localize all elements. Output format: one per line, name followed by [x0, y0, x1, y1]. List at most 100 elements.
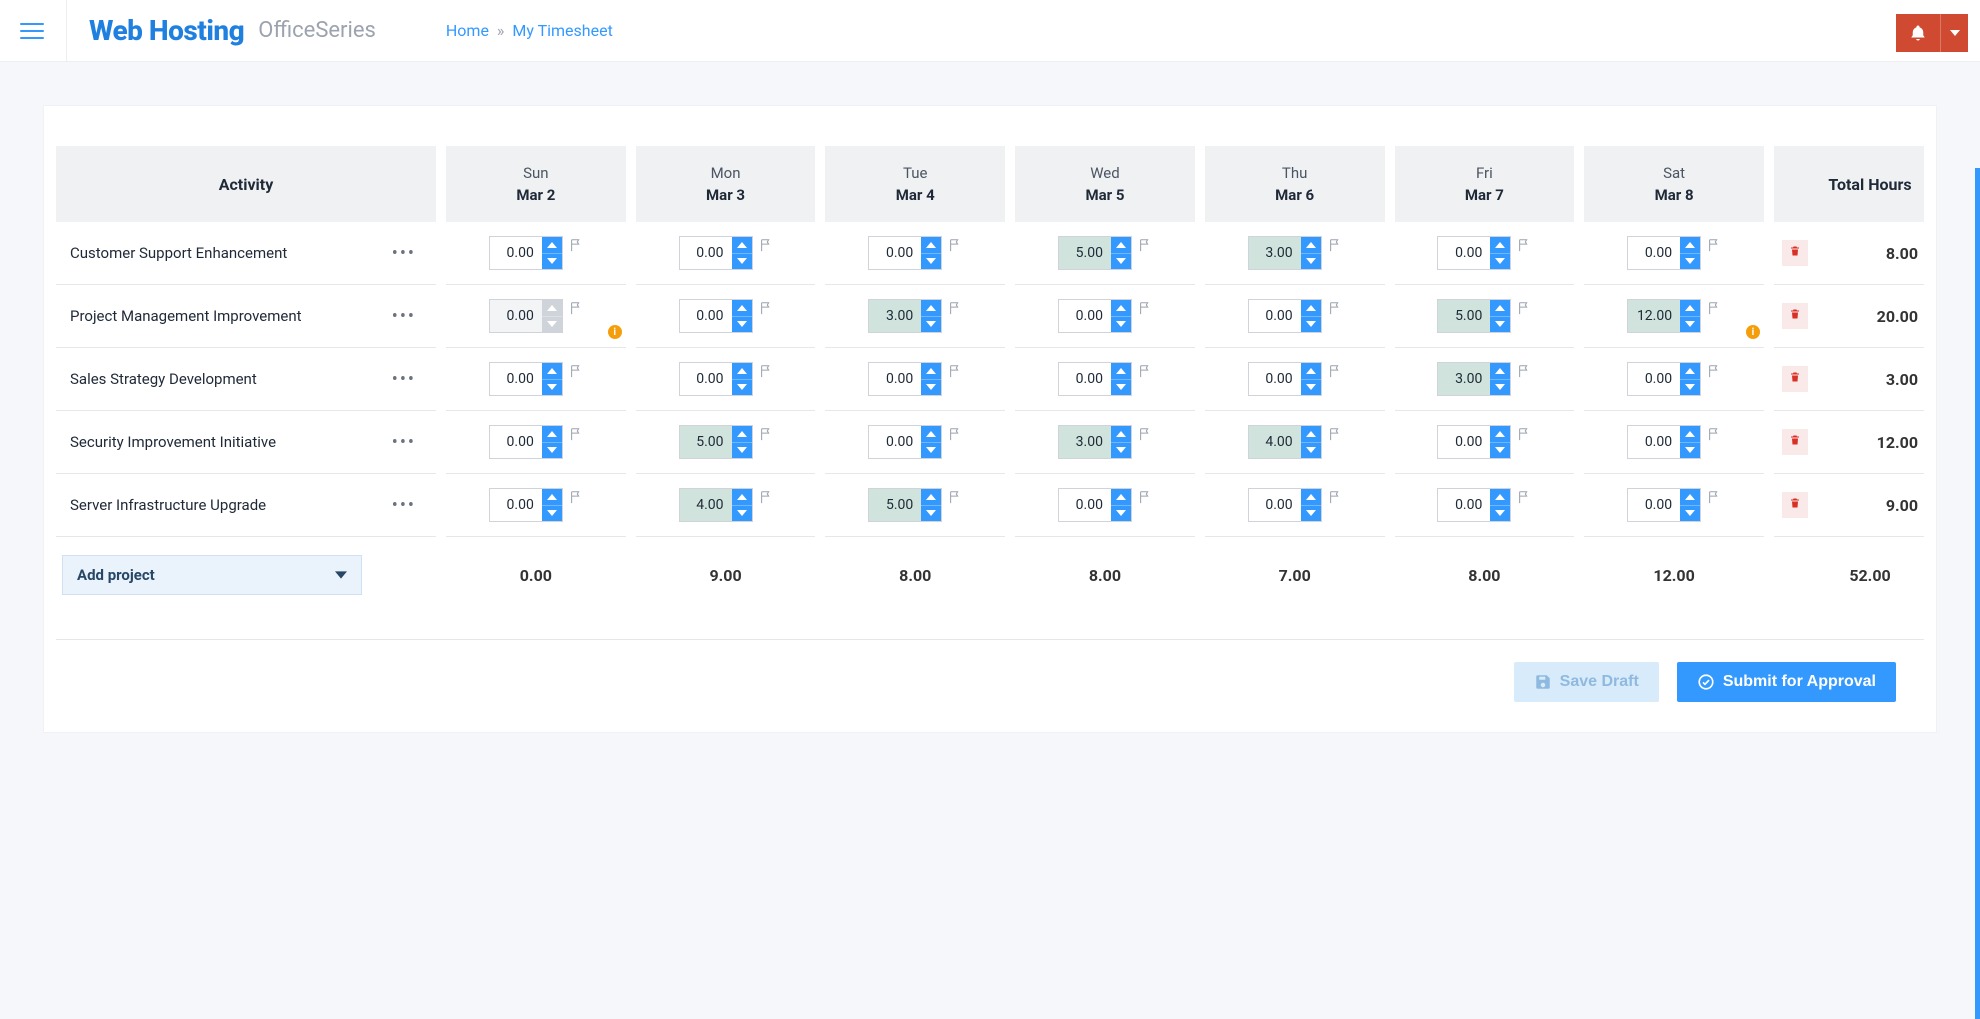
increment-button[interactable] — [1301, 300, 1321, 317]
hour-spinner[interactable] — [1680, 426, 1700, 458]
hour-input[interactable]: 0.00 — [1627, 488, 1701, 522]
hour-spinner[interactable] — [1111, 300, 1131, 332]
decrement-button[interactable] — [1301, 506, 1321, 522]
hour-spinner[interactable] — [732, 300, 752, 332]
note-flag-icon[interactable] — [1707, 490, 1721, 504]
decrement-button[interactable] — [921, 254, 941, 270]
hour-spinner[interactable] — [732, 489, 752, 521]
hour-input[interactable]: 5.00 — [1437, 299, 1511, 333]
decrement-button[interactable] — [732, 443, 752, 459]
decrement-button[interactable] — [1490, 506, 1510, 522]
note-flag-icon[interactable] — [569, 301, 583, 315]
increment-button[interactable] — [921, 363, 941, 380]
decrement-button[interactable] — [1490, 254, 1510, 270]
increment-button[interactable] — [542, 426, 562, 443]
hour-spinner[interactable] — [1301, 363, 1321, 395]
hour-spinner[interactable] — [542, 237, 562, 269]
decrement-button[interactable] — [1680, 317, 1700, 333]
note-flag-icon[interactable] — [1138, 364, 1152, 378]
increment-button[interactable] — [542, 363, 562, 380]
menu-toggle-button[interactable] — [20, 19, 44, 43]
note-flag-icon[interactable] — [1138, 427, 1152, 441]
hour-spinner[interactable] — [542, 426, 562, 458]
hour-input[interactable]: 3.00 — [1248, 236, 1322, 270]
note-flag-icon[interactable] — [569, 427, 583, 441]
increment-button[interactable] — [1680, 426, 1700, 443]
hour-spinner[interactable] — [1301, 300, 1321, 332]
hour-spinner[interactable] — [732, 363, 752, 395]
increment-button[interactable] — [921, 426, 941, 443]
hour-input[interactable]: 4.00 — [679, 488, 753, 522]
increment-button[interactable] — [1680, 363, 1700, 380]
hour-spinner[interactable] — [542, 489, 562, 521]
increment-button[interactable] — [921, 300, 941, 317]
note-flag-icon[interactable] — [1138, 490, 1152, 504]
note-flag-icon[interactable] — [569, 238, 583, 252]
increment-button[interactable] — [1111, 300, 1131, 317]
breadcrumb-home-link[interactable]: Home — [446, 21, 489, 40]
hour-input[interactable]: 0.00 — [489, 362, 563, 396]
hour-input[interactable]: 0.00 — [489, 236, 563, 270]
decrement-button[interactable] — [1301, 380, 1321, 396]
decrement-button[interactable] — [1111, 506, 1131, 522]
increment-button[interactable] — [542, 489, 562, 506]
decrement-button[interactable] — [732, 254, 752, 270]
delete-row-button[interactable] — [1782, 492, 1808, 518]
note-flag-icon[interactable] — [569, 490, 583, 504]
note-flag-icon[interactable] — [948, 490, 962, 504]
hour-input[interactable]: 4.00 — [1248, 425, 1322, 459]
hour-spinner[interactable] — [1680, 363, 1700, 395]
increment-button[interactable] — [1680, 489, 1700, 506]
increment-button[interactable] — [1490, 237, 1510, 254]
delete-row-button[interactable] — [1782, 429, 1808, 455]
increment-button[interactable] — [921, 489, 941, 506]
decrement-button[interactable] — [1680, 254, 1700, 270]
hour-spinner[interactable] — [1680, 300, 1700, 332]
increment-button[interactable] — [1301, 363, 1321, 380]
row-menu-button[interactable]: ••• — [386, 369, 422, 390]
hour-input[interactable]: 0.00 — [1627, 236, 1701, 270]
decrement-button[interactable] — [1111, 317, 1131, 333]
decrement-button[interactable] — [1680, 506, 1700, 522]
hour-input[interactable]: 0.00 — [868, 236, 942, 270]
hour-spinner[interactable] — [1301, 489, 1321, 521]
increment-button[interactable] — [1490, 426, 1510, 443]
note-flag-icon[interactable] — [1517, 364, 1531, 378]
note-flag-icon[interactable] — [759, 301, 773, 315]
note-flag-icon[interactable] — [948, 301, 962, 315]
hour-input[interactable]: 0.00 — [868, 362, 942, 396]
note-flag-icon[interactable] — [1707, 238, 1721, 252]
hour-spinner[interactable] — [1490, 363, 1510, 395]
note-flag-icon[interactable] — [1138, 301, 1152, 315]
hour-spinner[interactable] — [921, 489, 941, 521]
increment-button[interactable] — [732, 237, 752, 254]
note-flag-icon[interactable] — [1707, 364, 1721, 378]
decrement-button[interactable] — [1490, 380, 1510, 396]
decrement-button[interactable] — [921, 506, 941, 522]
hour-input[interactable]: 0.00 — [1058, 299, 1132, 333]
decrement-button[interactable] — [542, 380, 562, 396]
hour-spinner[interactable] — [1490, 300, 1510, 332]
hour-input[interactable]: 0.00 — [1058, 362, 1132, 396]
hour-input[interactable]: 0.00 — [1437, 488, 1511, 522]
note-flag-icon[interactable] — [569, 364, 583, 378]
increment-button[interactable] — [732, 489, 752, 506]
increment-button[interactable] — [1680, 300, 1700, 317]
increment-button[interactable] — [1490, 363, 1510, 380]
hour-spinner[interactable] — [1490, 489, 1510, 521]
add-project-dropdown[interactable]: Add project — [62, 555, 362, 595]
hour-spinner[interactable] — [732, 237, 752, 269]
increment-button[interactable] — [1111, 237, 1131, 254]
increment-button[interactable] — [1111, 363, 1131, 380]
decrement-button[interactable] — [1680, 443, 1700, 459]
scrollbar-indicator[interactable] — [1975, 168, 1980, 1019]
note-flag-icon[interactable] — [1707, 427, 1721, 441]
hour-input[interactable]: 3.00 — [868, 299, 942, 333]
notification-button[interactable] — [1896, 14, 1940, 52]
hour-spinner[interactable] — [921, 237, 941, 269]
hour-spinner[interactable] — [542, 363, 562, 395]
decrement-button[interactable] — [921, 380, 941, 396]
delete-row-button[interactable] — [1782, 303, 1808, 329]
note-flag-icon[interactable] — [1328, 301, 1342, 315]
hour-spinner[interactable] — [1301, 426, 1321, 458]
